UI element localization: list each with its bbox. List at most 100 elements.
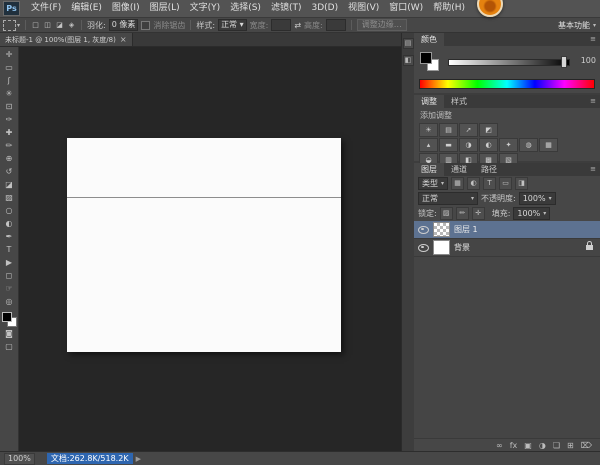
tool-clone-stamp[interactable]: ⊕ (0, 152, 18, 165)
panel-menu-icon[interactable]: ≡ (586, 33, 600, 46)
layer-thumbnail[interactable] (433, 240, 450, 255)
layer-name[interactable]: 背景 (454, 242, 470, 253)
foreground-color-swatch[interactable] (420, 52, 432, 64)
tool-preset-picker[interactable]: ▾ (3, 19, 20, 31)
gray-slider-handle[interactable] (561, 56, 567, 68)
tool-eyedropper[interactable]: ✑ (0, 113, 18, 126)
quick-mask-button[interactable]: ◙ (0, 327, 18, 340)
tab-styles[interactable]: 样式 (444, 95, 474, 108)
tool-dodge[interactable]: ◐ (0, 217, 18, 230)
menu-item-3d[interactable]: 3D(D) (306, 0, 343, 17)
tool-shape[interactable]: ◻ (0, 269, 18, 282)
tool-hand[interactable]: ☞ (0, 282, 18, 295)
tool-eraser[interactable]: ◪ (0, 178, 18, 191)
tab-color[interactable]: 颜色 (414, 33, 444, 46)
layer-name[interactable]: 图层 1 (454, 224, 478, 235)
adjustment-black-white-icon[interactable]: ◐ (479, 138, 498, 152)
menu-item-window[interactable]: 窗口(W) (384, 0, 428, 17)
selection-subtract-icon[interactable]: ◪ (55, 21, 64, 30)
opacity-select[interactable]: 100% ▾ (518, 192, 556, 205)
filter-smart-object-icon[interactable]: ◨ (515, 177, 529, 190)
tool-spot-heal[interactable]: ✚ (0, 126, 18, 139)
filter-pixel-layers-icon[interactable]: ▦ (451, 177, 465, 190)
menu-item-type[interactable]: 文字(Y) (185, 0, 226, 17)
menu-item-file[interactable]: 文件(F) (26, 0, 66, 17)
feather-input[interactable]: 0 像素 (108, 19, 139, 31)
adjustment-channel-mixer-icon[interactable]: ◍ (519, 138, 538, 152)
layer-filter-kind-select[interactable]: 类型 ▾ (418, 177, 449, 190)
selection-add-icon[interactable]: ◫ (43, 21, 52, 30)
collapsed-panel-icon[interactable]: ▤ (402, 38, 414, 49)
tool-quick-select[interactable]: ✳ (0, 87, 18, 100)
adjustment-vibrance-icon[interactable]: ▴ (419, 138, 438, 152)
menu-item-select[interactable]: 选择(S) (225, 0, 266, 17)
tool-move[interactable]: ✛ (0, 48, 18, 61)
document-size-info[interactable]: 文档:262.8K/518.2K (46, 453, 133, 464)
adjustment-hue-saturation-icon[interactable]: ▬ (439, 138, 458, 152)
height-input[interactable] (325, 19, 346, 31)
fill-select[interactable]: 100% ▾ (513, 207, 551, 220)
foreground-color-swatch[interactable] (1, 312, 12, 322)
selection-new-icon[interactable]: □ (31, 21, 40, 30)
tool-blur[interactable]: ○ (0, 204, 18, 217)
panel-menu-icon[interactable]: ≡ (586, 163, 600, 176)
adjustment-brightness-contrast-icon[interactable]: ☀ (419, 123, 438, 137)
lock-position-icon[interactable]: ✛ (471, 207, 485, 220)
tool-crop[interactable]: ⊡ (0, 100, 18, 113)
filter-type-layers-icon[interactable]: T (483, 177, 497, 190)
adjustment-color-lookup-icon[interactable]: ▦ (539, 138, 558, 152)
adjustment-levels-icon[interactable]: ▤ (439, 123, 458, 137)
blend-mode-select[interactable]: 正常 ▾ (418, 192, 478, 205)
adjustment-color-balance-icon[interactable]: ◑ (459, 138, 478, 152)
menu-item-help[interactable]: 帮助(H) (428, 0, 470, 17)
tool-history-brush[interactable]: ↺ (0, 165, 18, 178)
zoom-level-field[interactable]: 100% (4, 452, 35, 465)
lock-pixels-icon[interactable]: ✏ (455, 207, 469, 220)
tool-rect-marquee[interactable]: ▭ (0, 61, 18, 74)
workspace-switcher[interactable]: 基本功能 ▾ (558, 20, 596, 31)
layer-row-layer-1[interactable]: 图层 1 (414, 221, 600, 239)
antialias-checkbox[interactable] (141, 20, 151, 30)
canvas-area[interactable] (19, 47, 401, 452)
adjustment-curves-icon[interactable]: ➚ (459, 123, 478, 137)
visibility-eye-icon[interactable] (418, 225, 429, 234)
visibility-eye-icon[interactable] (418, 243, 429, 252)
screen-mode-button[interactable]: ▢ (0, 340, 18, 353)
adjustment-photo-filter-icon[interactable]: ✦ (499, 138, 518, 152)
tab-channels[interactable]: 通道 (444, 163, 474, 176)
tool-path-select[interactable]: ▶ (0, 256, 18, 269)
filter-shape-layers-icon[interactable]: ▭ (499, 177, 513, 190)
tool-brush[interactable]: ✏ (0, 139, 18, 152)
filter-adjustment-layers-icon[interactable]: ◐ (467, 177, 481, 190)
menu-item-edit[interactable]: 编辑(E) (66, 0, 107, 17)
tool-lasso[interactable]: ʃ (0, 74, 18, 87)
color-spectrum-ramp[interactable] (419, 79, 595, 89)
tool-pen[interactable]: ✒ (0, 230, 18, 243)
document-tab[interactable]: 未标题-1 @ 100%(图层 1, 灰度/8) × (0, 33, 133, 46)
refine-edge-button[interactable]: 调整边缘… (356, 19, 407, 31)
menu-item-image[interactable]: 图像(I) (107, 0, 145, 17)
style-select[interactable]: 正常 ▾ (218, 19, 247, 31)
menu-item-filter[interactable]: 滤镜(T) (266, 0, 307, 17)
gray-slider[interactable] (448, 59, 570, 66)
tab-layers[interactable]: 图层 (414, 163, 444, 176)
selection-intersect-icon[interactable]: ◈ (67, 21, 76, 30)
status-options-arrow-icon[interactable]: ▶ (136, 455, 141, 463)
tool-zoom[interactable]: ◎ (0, 295, 18, 308)
tool-type[interactable]: T (0, 243, 18, 256)
lock-transparency-icon[interactable]: ▨ (439, 207, 453, 220)
layer-row-background[interactable]: 背景 (414, 239, 600, 257)
menu-item-view[interactable]: 视图(V) (343, 0, 384, 17)
document-canvas[interactable] (67, 138, 341, 352)
color-swatches[interactable] (1, 312, 17, 327)
menu-item-layer[interactable]: 图层(L) (145, 0, 185, 17)
layer-thumbnail[interactable] (433, 222, 450, 237)
width-input[interactable] (271, 19, 292, 31)
adjustment-exposure-icon[interactable]: ◩ (479, 123, 498, 137)
swap-dimensions-icon[interactable]: ⇄ (294, 21, 301, 30)
tab-paths[interactable]: 路径 (474, 163, 504, 176)
collapsed-panel-icon[interactable]: ◧ (402, 55, 414, 66)
tool-gradient[interactable]: ▨ (0, 191, 18, 204)
close-icon[interactable]: × (120, 35, 127, 44)
tab-adjustments[interactable]: 调整 (414, 95, 444, 108)
